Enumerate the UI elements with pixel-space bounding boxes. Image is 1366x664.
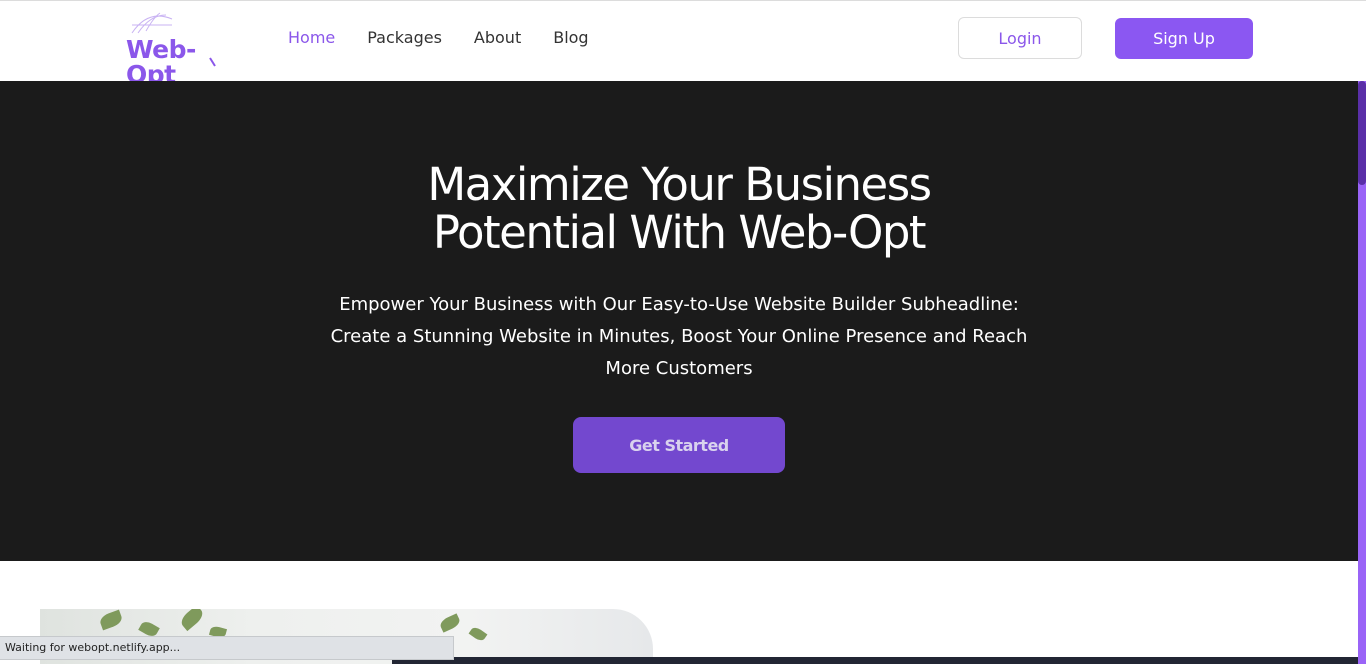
browser-status-bar: Waiting for webopt.netlify.app... xyxy=(0,636,454,660)
page-scrollbar-thumb[interactable] xyxy=(1358,81,1366,185)
image-bottom-band xyxy=(392,657,1358,664)
hero-subtitle: Empower Your Business with Our Easy-to-U… xyxy=(330,294,1028,379)
status-text: Waiting for webopt.netlify.app... xyxy=(5,641,181,654)
get-started-button[interactable]: Get Started xyxy=(573,417,785,473)
leaf-decoration xyxy=(438,613,462,633)
leaf-decoration xyxy=(98,609,124,631)
signup-button[interactable]: Sign Up xyxy=(1115,18,1253,59)
logo-text: Web-Opt xyxy=(126,35,196,89)
nav-packages[interactable]: Packages xyxy=(367,28,442,48)
nav-about[interactable]: About xyxy=(474,28,521,48)
leaf-decoration xyxy=(468,625,488,643)
logo[interactable]: Web-Opt xyxy=(126,9,244,87)
hero-title: Maximize Your Business Potential With We… xyxy=(0,161,1358,257)
login-button[interactable]: Login xyxy=(958,17,1082,59)
nav-blog[interactable]: Blog xyxy=(553,28,588,48)
nav-home[interactable]: Home xyxy=(288,28,335,48)
main-nav: Home Packages About Blog xyxy=(288,28,621,48)
site-header: Web-Opt Home Packages About Blog Login S… xyxy=(0,1,1366,87)
hero-title-line-2: Potential With Web-Opt xyxy=(432,206,927,259)
hero-title-line-1: Maximize Your Business xyxy=(427,158,932,211)
leaf-decoration xyxy=(178,609,206,632)
hero-section: Maximize Your Business Potential With We… xyxy=(0,81,1358,561)
